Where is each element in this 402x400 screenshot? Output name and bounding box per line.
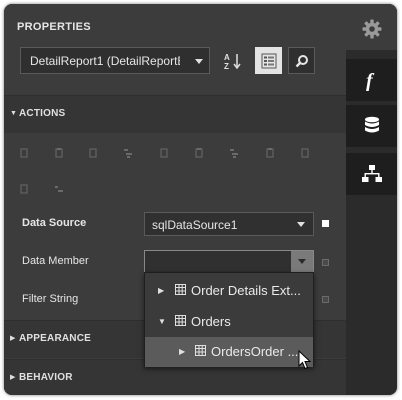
tree-item-label: OrdersOrder ... [211,344,299,359]
sort-alphabetically-button[interactable]: A Z [219,47,246,74]
action-icon [55,186,63,192]
search-icon [295,54,308,67]
settings-tab[interactable] [346,8,397,50]
sort-az-icon: A Z [224,53,241,71]
actions-section-header[interactable]: ▼ ACTIONS [4,96,346,133]
chevron-down-icon [297,222,305,227]
data-source-label: Data Source [22,217,87,229]
tree-item-label: Order Details Ext... [191,283,301,298]
behavior-section-label: BEHAVIOR [19,372,73,383]
table-icon [175,284,186,295]
tree-item-label: Orders [191,314,231,329]
table-icon [175,315,186,326]
data-member-popup: ▶ Order Details Ext... ▼ Orders ▶ Orders… [144,272,314,367]
hierarchy-icon [361,165,382,182]
property-marker[interactable] [322,296,329,303]
report-explorer-tab[interactable] [346,153,397,195]
action-icon [301,148,309,158]
tree-item-order-details[interactable]: ▶ Order Details Ext... [145,276,313,306]
search-button[interactable] [288,47,315,74]
chevron-down-icon [195,59,203,64]
action-icon [230,149,238,158]
report-selector[interactable]: DetailReport1 (DetailReportB... [20,47,210,74]
property-marker[interactable] [322,259,329,266]
report-selector-value: DetailReport1 (DetailReportB... [30,54,180,68]
collapsed-triangle-icon: ▶ [10,335,16,342]
action-icon [20,148,28,158]
field-list-tab[interactable] [346,105,397,147]
expression-tab[interactable]: f [346,59,397,101]
chevron-down-icon [298,259,306,264]
categorized-view-icon [261,53,276,68]
data-member-dropdown[interactable] [144,250,314,274]
svg-text:Z: Z [224,62,229,71]
properties-panel: PROPERTIES DetailReport1 (DetailReportB.… [4,4,346,395]
data-source-dropdown[interactable]: sqlDataSource1 [144,212,314,236]
appearance-section-label: APPEARANCE [19,333,92,344]
data-source-value: sqlDataSource1 [152,218,238,232]
tree-item-orders-order[interactable]: ▶ OrdersOrder ... [145,337,313,367]
dropdown-toggle-button[interactable] [291,251,313,273]
expand-arrow-icon: ▶ [158,286,165,295]
action-icon [195,148,203,158]
action-icon [89,148,97,158]
action-icon [20,184,28,194]
tree-item-orders[interactable]: ▼ Orders [145,307,313,337]
actions-section-label: ACTIONS [19,108,66,119]
expanded-triangle-icon: ▼ [10,110,17,117]
categorized-view-button[interactable] [255,47,282,74]
panel-title: PROPERTIES [17,21,91,33]
collapse-arrow-icon: ▼ [158,317,166,326]
table-icon [195,345,206,356]
database-icon [364,116,379,133]
filter-string-label: Filter String [22,293,79,305]
gear-icon [362,19,381,39]
function-icon: f [366,70,375,91]
data-member-label: Data Member [22,255,89,267]
mouse-cursor-icon [298,350,312,370]
collapsed-triangle-icon: ▶ [10,374,16,381]
expand-arrow-icon: ▶ [179,347,186,356]
action-icon [124,149,132,158]
side-rail: f [346,4,397,395]
property-marker[interactable] [322,220,329,227]
action-icon [160,148,168,158]
action-icon [266,148,274,158]
properties-window: PROPERTIES DetailReport1 (DetailReportB.… [4,4,397,395]
action-icon [55,148,63,158]
svg-text:A: A [224,53,230,62]
svg-text:f: f [366,70,375,91]
